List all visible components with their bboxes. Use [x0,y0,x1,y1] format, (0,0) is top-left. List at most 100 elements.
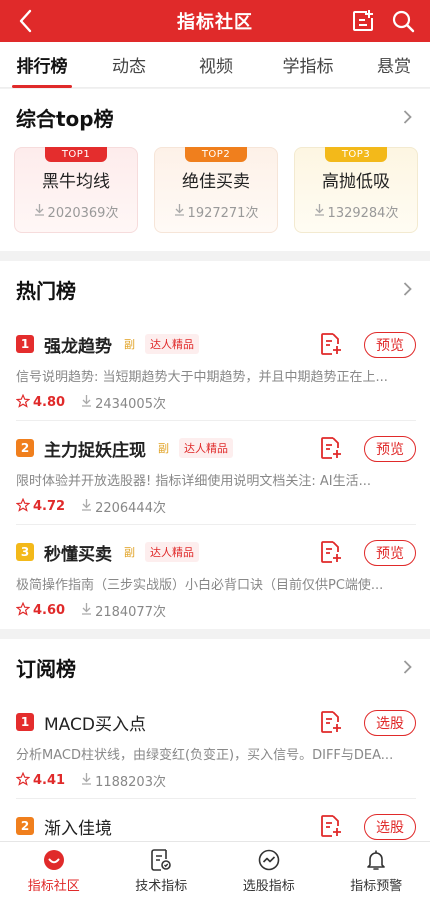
nav-technical[interactable]: 技术指标 [108,842,216,900]
nav-stock-pick[interactable]: 选股指标 [215,842,323,900]
top-card-name: 绝佳买卖 [182,172,250,192]
bottom-nav: 指标社区 技术指标 选股指标 指标预警 [0,841,430,900]
count-text: 1329284次 [327,206,399,221]
download-icon [81,394,92,411]
stock-pick-button[interactable]: 选股 [364,814,416,840]
app-root: 指标社区 排行榜 动态 视频 学指标 悬赏 综合top榜 TOP1 黑牛均线 2… [0,0,430,900]
indicator-name: MACD买入点 [44,714,146,735]
star-icon [15,601,31,620]
rating: 4.72 [15,497,66,516]
tab-ranking[interactable]: 排行榜 [0,42,84,88]
star-icon [15,393,31,412]
section-title: 订阅榜 [16,656,76,681]
top-card-count: 2020369次 [34,202,118,221]
back-icon[interactable] [10,4,40,38]
download-icon [81,602,92,619]
add-indicator-icon[interactable] [318,539,344,565]
download-icon [34,203,45,220]
expert-tag: 达人精品 [179,438,233,458]
nav-label: 技术指标 [135,878,188,894]
doc-icon [150,848,172,871]
rating: 4.60 [15,601,65,620]
tab-learn[interactable]: 学指标 [258,42,358,88]
download-icon [174,203,185,220]
indicator-description: 分析MACD柱状线，由绿变红(负变正)，买入信号。DIFF与DEA... [16,748,394,763]
rating: 4.41 [15,771,66,790]
rank-badge: 3 [16,543,34,561]
list-item[interactable]: 3 秒懂买卖 副 达人精品 预览 极简操作指南（三步实战版）小白必背口诀（目前仅… [15,525,416,629]
tab-bar: 排行榜 动态 视频 学指标 悬赏 [0,42,430,88]
top-card[interactable]: TOP3 高抛低吸 1329284次 [294,147,418,233]
top-card-name: 黑牛均线 [42,172,110,192]
add-indicator-icon[interactable] [318,435,344,461]
chevron-right-icon[interactable] [398,658,416,676]
add-indicator-icon[interactable] [318,331,344,357]
bell-icon [365,849,387,871]
preview-button[interactable]: 预览 [364,436,416,462]
star-icon [15,771,31,790]
hot-ranking-section: 热门榜 1 强龙趋势 副 达人精品 预览 信号说明趋势: 当短期趋势大于中期趋势… [0,261,430,629]
indicator-description: 极简操作指南（三步实战版）小白必背口诀（目前仅供PC端使... [16,578,384,593]
indicator-name: 强龙趋势 [44,336,112,357]
top-badge: TOP3 [325,147,387,162]
section-title: 综合top榜 [16,106,114,131]
tab-video[interactable]: 视频 [174,42,258,88]
top-card-count: 1927271次 [174,202,259,221]
community-icon [43,849,65,871]
indicator-description: 信号说明趋势: 当短期趋势大于中期趋势，并且中期趋势正在上... [16,370,388,385]
section-header[interactable]: 综合top榜 [0,89,430,145]
download-icon [81,772,92,789]
section-header[interactable]: 订阅榜 [0,639,430,695]
top-card[interactable]: TOP1 黑牛均线 2020369次 [14,147,138,233]
tab-feed[interactable]: 动态 [84,42,174,88]
preview-button[interactable]: 预览 [364,332,416,358]
nav-community[interactable]: 指标社区 [0,842,108,900]
download-value: 2206444次 [95,501,166,516]
rank-badge: 1 [16,713,34,731]
rating-value: 4.41 [33,773,66,788]
list-item[interactable]: 1 MACD买入点 选股 分析MACD柱状线，由绿变红(负变正)，买入信号。DI… [15,695,416,799]
count-text: 1927271次 [187,206,259,221]
top-ranking-section: 综合top榜 TOP1 黑牛均线 2020369次 TOP2 绝佳买卖 1927… [0,89,430,251]
top-card-list: TOP1 黑牛均线 2020369次 TOP2 绝佳买卖 1927271次 TO… [0,145,430,251]
top-badge: TOP2 [185,147,247,162]
list-item[interactable]: 2 主力捉妖庄现 副 达人精品 预览 限时体验并开放选股器! 指标详细使用说明文… [15,421,416,525]
nav-alert[interactable]: 指标预警 [323,842,430,900]
section-title: 热门榜 [16,278,76,303]
download-icon [314,203,325,220]
rating-value: 4.72 [33,499,66,514]
search-icon[interactable] [388,6,418,36]
rating: 4.80 [15,393,65,412]
rank-badge: 1 [16,335,34,353]
indicator-name: 秒懂买卖 [44,544,112,565]
download-value: 2434005次 [95,397,166,412]
tab-bounty[interactable]: 悬赏 [358,42,430,88]
add-indicator-icon[interactable] [318,709,344,735]
add-indicator-icon[interactable] [318,813,344,839]
sub-chart-label: 副 [158,442,169,455]
chevron-right-icon[interactable] [398,280,416,298]
top-card-name: 高抛低吸 [322,172,390,192]
top-badge: TOP1 [45,147,107,162]
list-item[interactable]: 2 渐入佳境 选股 [16,799,416,841]
star-icon [15,497,31,516]
download-count: 1188203次 [81,771,166,790]
list-item[interactable]: 1 强龙趋势 副 达人精品 预览 信号说明趋势: 当短期趋势大于中期趋势，并且中… [15,317,416,421]
add-square-icon[interactable] [348,6,378,36]
preview-button[interactable]: 预览 [364,540,416,566]
app-header: 指标社区 [0,0,430,42]
stock-pick-button[interactable]: 选股 [364,710,416,736]
content-scroll[interactable]: 综合top榜 TOP1 黑牛均线 2020369次 TOP2 绝佳买卖 1927… [0,89,430,841]
top-card-count: 1329284次 [314,202,399,221]
subscription-ranking-section: 订阅榜 1 MACD买入点 选股 分析MACD柱状线，由绿变红(负变正)，买入信… [0,639,430,841]
chevron-right-icon[interactable] [398,108,416,126]
expert-tag: 达人精品 [145,542,199,562]
section-header[interactable]: 热门榜 [0,261,430,317]
expert-tag: 达人精品 [145,334,199,354]
rank-badge: 2 [16,439,34,457]
top-card[interactable]: TOP2 绝佳买卖 1927271次 [154,147,278,233]
nav-label: 指标社区 [27,878,80,894]
download-count: 2434005次 [81,393,166,412]
indicator-description: 限时体验并开放选股器! 指标详细使用说明文档关注: AI生活... [16,474,371,489]
sub-chart-label: 副 [124,546,135,559]
